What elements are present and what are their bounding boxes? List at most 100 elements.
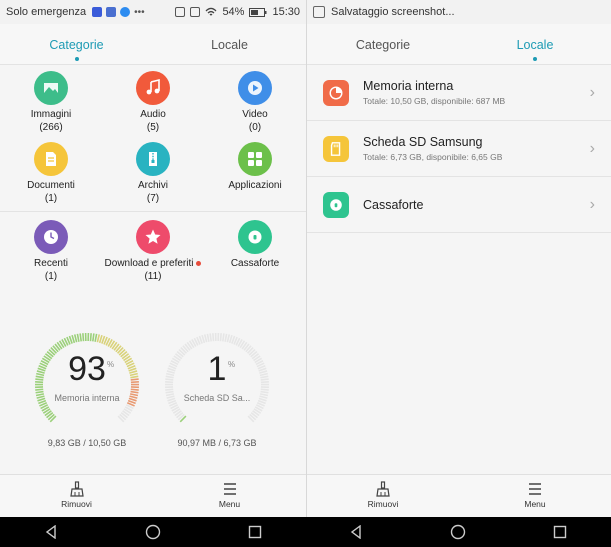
category-icon-circle: [34, 220, 68, 254]
safe-icon: [330, 198, 342, 211]
category-download-e-preferiti[interactable]: Download e preferiti (11): [102, 220, 204, 283]
storage-name: Cassaforte: [363, 197, 424, 212]
category-label-text: Applicazioni: [228, 180, 282, 191]
category-label: Download e preferiti: [102, 257, 204, 270]
category-label: Cassaforte: [204, 257, 306, 270]
gauge-detail: 90,97 MB / 6,73 GB: [177, 438, 257, 448]
more-icon: •••: [134, 6, 145, 18]
gauge-tick: [35, 388, 44, 391]
gauge-tick: [82, 333, 85, 342]
category-label-text: Archivi: [137, 180, 168, 191]
tab-local[interactable]: Locale: [153, 36, 306, 52]
gauge-tick: [98, 334, 103, 344]
category-count: [204, 270, 306, 283]
gauge-tick: [76, 333, 80, 342]
gauge-tick: [96, 334, 101, 343]
category-audio[interactable]: Audio (5): [102, 71, 204, 134]
storage-list: Memoria interna Totale: 10,50 GB, disponi…: [307, 65, 611, 233]
home-icon[interactable]: [145, 524, 161, 540]
storage-name: Scheda SD Samsung: [363, 135, 483, 149]
chevron-right-icon: ›: [589, 195, 595, 213]
clock-time: 15:30: [272, 6, 300, 18]
home-icon[interactable]: [450, 524, 466, 540]
clock-icon: [44, 230, 58, 244]
storage-name: Memoria interna: [363, 79, 454, 93]
category-count: (7): [146, 193, 160, 204]
tab-categories[interactable]: Categorie: [307, 36, 459, 52]
menu-label: Menu: [524, 499, 546, 509]
remove-button[interactable]: Rimuovi: [307, 475, 459, 518]
gauge-tick: [94, 333, 98, 342]
gauge-tick: [165, 388, 174, 391]
storage-icon: [323, 135, 349, 162]
remove-label: Rimuovi: [61, 499, 92, 509]
recents-icon[interactable]: [553, 525, 567, 539]
gauge-value: 1: [207, 350, 227, 388]
category-icon-circle: [136, 71, 170, 105]
tab-bar: Categorie Locale: [307, 24, 611, 65]
app-notification-icon: [106, 7, 117, 17]
star-icon: [145, 229, 161, 244]
gauge-tick: [224, 333, 228, 342]
gauge-tick: [89, 333, 92, 342]
storage-text: Cassaforte: [363, 198, 590, 212]
broom-icon: [376, 481, 390, 497]
category-icon-circle: [238, 71, 272, 105]
category-label: Immagini: [0, 108, 102, 121]
chevron-right-icon: ›: [589, 139, 595, 157]
gauge-tick: [73, 334, 78, 343]
category-icon-circle: [136, 220, 170, 254]
category-archivi[interactable]: Archivi (7): [102, 142, 204, 205]
screenshot-notification: Salvataggio screenshot...: [331, 6, 455, 18]
category-label: Recenti: [0, 257, 102, 270]
gauge-detail: 9,83 GB / 10,50 GB: [47, 438, 127, 448]
category-immagini[interactable]: Immagini (266): [0, 71, 102, 134]
gauge-tick: [228, 334, 233, 344]
menu-button[interactable]: Menu: [459, 475, 611, 518]
category-cassaforte[interactable]: Cassaforte: [204, 220, 306, 283]
system-nav-bar: [0, 517, 611, 547]
image-icon: [44, 83, 58, 93]
category-label: Applicazioni: [204, 179, 306, 192]
recents-icon[interactable]: [248, 525, 262, 539]
tab-bar: Categorie Locale: [0, 24, 306, 65]
category-applicazioni[interactable]: Applicazioni: [204, 142, 306, 205]
bottom-bar: Rimuovi Menu: [0, 474, 306, 518]
remove-button[interactable]: Rimuovi: [0, 475, 153, 518]
category-video[interactable]: Video (0): [204, 71, 306, 134]
nfc-icon: [175, 7, 186, 17]
chevron-right-icon: ›: [589, 83, 595, 101]
category-label-text: Cassaforte: [230, 258, 280, 269]
gauge-tick: [260, 388, 269, 391]
document-icon: [46, 152, 56, 166]
battery-percent: 54%: [222, 6, 245, 18]
storage-gauges: 93 % Memoria interna 9,83 GB / 10,50 GB …: [0, 330, 306, 460]
category-documenti[interactable]: Documenti (1): [0, 142, 102, 205]
menu-icon: [223, 483, 236, 495]
back-icon[interactable]: [44, 525, 58, 539]
storage-row-memoria-interna[interactable]: Memoria interna Totale: 10,50 GB, disponi…: [307, 65, 611, 121]
storage-row-cassaforte[interactable]: Cassaforte ›: [307, 177, 611, 233]
storage-row-scheda-sd-samsung[interactable]: Scheda SD Samsung Totale: 6,73 GB, dispon…: [307, 121, 611, 177]
battery-icon: [249, 7, 267, 17]
notification-icons: •••: [92, 7, 145, 18]
category-label-text: Download e preferiti: [104, 258, 194, 269]
category-count: (5): [146, 122, 160, 133]
apps-icon: [248, 152, 262, 166]
storage-detail: Totale: 6,73 GB, disponibile: 6,65 GB: [363, 152, 503, 162]
tab-local[interactable]: Locale: [459, 36, 611, 61]
right-screen: Salvataggio screenshot... Categorie Loca…: [306, 0, 611, 547]
category-recenti[interactable]: Recenti (1): [0, 220, 102, 283]
storage-text: Scheda SD Samsung Totale: 6,73 GB, dispon…: [363, 135, 590, 162]
sd-card-gauge[interactable]: 1 % Scheda SD Sa... 90,97 MB / 6,73 GB: [162, 330, 272, 448]
storage-icon: [323, 191, 349, 218]
storage-icon: [323, 79, 349, 106]
tab-categories[interactable]: Categorie: [0, 36, 153, 61]
carrier-text: Solo emergenza: [6, 6, 87, 18]
bottom-bar: Rimuovi Menu: [307, 474, 611, 518]
menu-button[interactable]: Menu: [153, 475, 306, 518]
back-icon[interactable]: [349, 525, 363, 539]
gauge-tick: [130, 388, 139, 391]
left-screen: Solo emergenza ••• 54% 15:30 Categorie L…: [0, 0, 306, 547]
internal-memory-gauge[interactable]: 93 % Memoria interna 9,83 GB / 10,50 GB: [32, 330, 142, 448]
